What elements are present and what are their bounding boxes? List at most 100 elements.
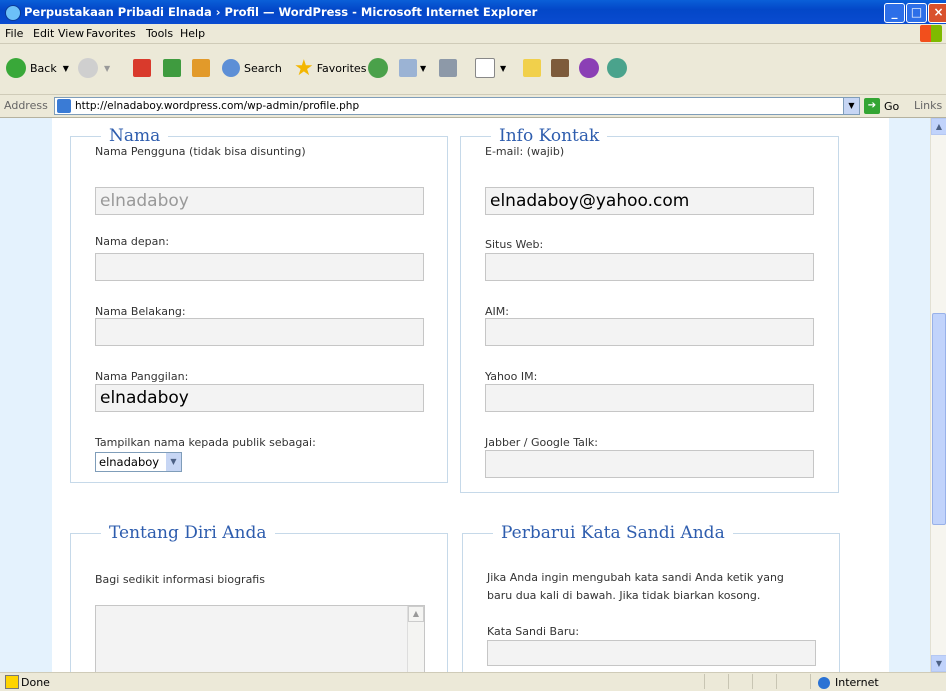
page-scrollbar[interactable]: ▲ ▼ <box>930 118 946 672</box>
toolbar: Back ▼ ▼ Search ★ Favorites ▼ ▼ <box>0 44 946 95</box>
contact-legend: Info Kontak <box>499 126 600 146</box>
star-icon: ★ <box>294 55 314 81</box>
display-name-select[interactable]: elnadaboy ▼ <box>95 452 182 472</box>
page-done-icon <box>5 675 19 689</box>
yahoo-label: Yahoo IM: <box>485 370 538 383</box>
last-name-field[interactable] <box>95 318 424 346</box>
username-label: Nama Pengguna (tidak bisa disunting) <box>95 145 306 158</box>
globe-icon <box>818 676 830 689</box>
stop-icon <box>133 59 151 77</box>
links-button[interactable]: Links <box>914 99 942 112</box>
menu-file[interactable]: File <box>5 27 23 40</box>
mail-icon <box>399 59 417 77</box>
display-name-label: Tampilkan nama kepada publik sebagai: <box>95 436 316 449</box>
back-arrow-icon <box>6 58 26 78</box>
first-name-field[interactable] <box>95 253 424 281</box>
mail-button[interactable]: ▼ <box>399 56 426 80</box>
history-button[interactable] <box>368 56 388 80</box>
search-button[interactable]: Search <box>222 56 282 80</box>
home-button[interactable] <box>192 56 210 80</box>
jabber-field[interactable] <box>485 450 814 478</box>
search-label: Search <box>244 61 282 75</box>
close-button[interactable]: × <box>928 3 946 23</box>
minimize-button[interactable]: _ <box>884 3 905 23</box>
page-right-margin <box>889 118 930 672</box>
email-field[interactable]: elnadaboy@yahoo.com <box>485 187 814 215</box>
scroll-down-icon[interactable]: ▼ <box>931 655 946 672</box>
ie-logo-icon <box>5 5 21 21</box>
chevron-down-icon: ▼ <box>166 453 181 471</box>
menu-view[interactable]: View <box>58 27 84 40</box>
bio-label: Bagi sedikit informasi biografis <box>95 573 265 586</box>
last-name-label: Nama Belakang: <box>95 305 186 318</box>
chevron-down-icon: ▼ <box>104 63 111 73</box>
address-input[interactable]: http://elnadaboy.wordpress.com/wp-admin/… <box>54 97 860 115</box>
go-arrow-icon: ➔ <box>864 98 880 114</box>
scroll-up-icon[interactable]: ▲ <box>931 118 946 135</box>
msn-icon <box>607 58 627 78</box>
menu-tools[interactable]: Tools <box>146 27 173 40</box>
display-name-value: elnadaboy <box>99 455 160 469</box>
page-icon <box>57 99 71 113</box>
name-legend: Nama <box>109 126 161 146</box>
forward-button[interactable]: ▼ <box>78 56 110 80</box>
stop-button[interactable] <box>133 56 151 80</box>
menu-bar: File Edit View Favorites Tools Help <box>0 24 946 44</box>
status-divider <box>752 674 753 689</box>
status-text: Done <box>21 676 50 689</box>
messenger-icon <box>579 58 599 78</box>
maximize-button[interactable]: □ <box>906 3 927 23</box>
bio-textarea[interactable]: ▲ <box>95 605 425 672</box>
password-legend: Perbarui Kata Sandi Anda <box>501 523 725 543</box>
address-dropdown-icon[interactable]: ▼ <box>843 98 859 114</box>
go-label: Go <box>884 99 900 113</box>
scroll-thumb[interactable] <box>932 313 946 525</box>
yahoo-field[interactable] <box>485 384 814 412</box>
edit-button[interactable]: ▼ <box>475 56 506 80</box>
back-label: Back <box>30 61 57 75</box>
forward-arrow-icon <box>78 58 98 78</box>
msn-button[interactable] <box>607 56 627 80</box>
aim-field[interactable] <box>485 318 814 346</box>
history-icon <box>368 58 388 78</box>
status-divider <box>776 674 777 689</box>
home-icon <box>192 59 210 77</box>
yahoo-messenger-button[interactable] <box>579 56 599 80</box>
page-viewport: Nama Nama Pengguna (tidak bisa disunting… <box>0 118 930 672</box>
menu-favorites[interactable]: Favorites <box>86 27 136 40</box>
jabber-label: Jabber / Google Talk: <box>485 436 598 449</box>
go-button[interactable]: ➔ Go <box>864 98 899 114</box>
edit-icon <box>475 58 495 78</box>
status-divider <box>704 674 705 689</box>
website-label: Situs Web: <box>485 238 544 251</box>
back-button[interactable]: Back ▼ <box>6 56 69 80</box>
aim-label: AIM: <box>485 305 509 318</box>
research-button[interactable] <box>551 56 569 80</box>
new-password-label: Kata Sandi Baru: <box>487 625 580 638</box>
print-button[interactable] <box>439 56 457 80</box>
address-bar: Address http://elnadaboy.wordpress.com/w… <box>0 95 946 118</box>
folder-icon <box>523 59 541 77</box>
address-label: Address <box>4 99 48 112</box>
refresh-button[interactable] <box>163 56 181 80</box>
nickname-field[interactable]: elnadaboy <box>95 384 424 412</box>
address-url: http://elnadaboy.wordpress.com/wp-admin/… <box>75 100 360 112</box>
windows-logo-icon <box>920 25 942 42</box>
favorites-label: Favorites <box>316 61 367 75</box>
favorites-button[interactable]: ★ Favorites <box>294 55 367 81</box>
zone-label: Internet <box>835 676 879 689</box>
menu-edit[interactable]: Edit <box>33 27 54 40</box>
nickname-label: Nama Panggilan: <box>95 370 189 383</box>
status-divider <box>810 674 811 689</box>
new-password-field[interactable] <box>487 640 816 666</box>
folder-button[interactable] <box>523 56 541 80</box>
print-icon <box>439 59 457 77</box>
menu-help[interactable]: Help <box>180 27 205 40</box>
status-divider <box>728 674 729 689</box>
about-legend: Tentang Diri Anda <box>109 523 267 543</box>
research-icon <box>551 59 569 77</box>
scroll-up-icon[interactable]: ▲ <box>408 606 424 622</box>
website-field[interactable] <box>485 253 814 281</box>
password-help-line-1: Jika Anda ingin mengubah kata sandi Anda… <box>487 571 784 584</box>
status-bar: Done Internet <box>0 672 946 691</box>
